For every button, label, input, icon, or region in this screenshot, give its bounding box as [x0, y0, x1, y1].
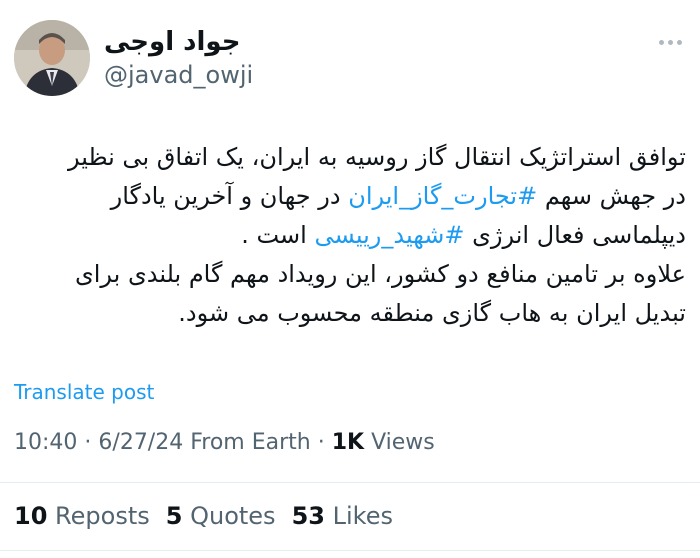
hashtag-link[interactable]: #تجارت_گاز_ایران — [348, 182, 537, 210]
tweet-source: From Earth — [190, 430, 311, 455]
separator-dot: · — [317, 430, 332, 455]
engagement-stats: 10 Reposts 5 Quotes 53 Likes — [14, 502, 393, 530]
more-dot — [667, 39, 673, 45]
tweet-meta: 10:40 · 6/27/24 From Earth · 1K Views — [14, 430, 435, 455]
avatar[interactable] — [14, 20, 90, 96]
reposts-count: 10 — [14, 502, 48, 530]
tweet-text-segment: است . — [241, 221, 315, 249]
tweet-time[interactable]: 10:40 — [14, 430, 77, 455]
hashtag-link[interactable]: #شهید_رییسی — [314, 221, 464, 249]
user-handle[interactable]: @javad_owji — [104, 58, 253, 92]
tweet-text-segment: در جهش سهم — [537, 182, 686, 210]
likes-count: 53 — [291, 502, 325, 530]
author-info: جواد اوجی @javad_owji — [104, 26, 253, 92]
quotes-stat[interactable]: 5 Quotes — [166, 502, 276, 530]
display-name[interactable]: جواد اوجی — [104, 26, 253, 58]
divider — [0, 482, 700, 483]
tweet-line: دیپلماسی فعال انرژی #شهید_رییسی است . — [14, 216, 686, 255]
views-label: Views — [371, 430, 435, 455]
tweet-text: توافق استراتژیک انتقال گاز روسیه به ایرا… — [14, 138, 686, 333]
translate-post-link[interactable]: Translate post — [14, 380, 154, 404]
tweet-text-segment: دیپلماسی فعال انرژی — [464, 221, 686, 249]
tweet-line: تبدیل ایران به هاب گازی منطقه محسوب می ش… — [178, 299, 686, 327]
reposts-label: Reposts — [55, 502, 150, 530]
more-horizontal-icon — [658, 39, 664, 45]
quotes-label: Quotes — [190, 502, 276, 530]
views-count: 1K — [331, 430, 365, 455]
tweet-header: جواد اوجی @javad_owji — [14, 20, 686, 100]
divider — [0, 550, 700, 551]
tweet-line: علاوه بر تامین منافع دو کشور، این رویداد… — [74, 260, 686, 288]
tweet-line: در جهش سهم #تجارت_گاز_ایران در جهان و آخ… — [14, 177, 686, 216]
more-options-button[interactable] — [654, 32, 686, 52]
tweet-text-segment: در جهان و آخرین یادگار — [110, 182, 349, 210]
reposts-stat[interactable]: 10 Reposts — [14, 502, 150, 530]
likes-stat[interactable]: 53 Likes — [292, 502, 393, 530]
quotes-count: 5 — [165, 502, 183, 530]
tweet-line: توافق استراتژیک انتقال گاز روسیه به ایرا… — [67, 143, 686, 171]
likes-label: Likes — [332, 502, 393, 530]
avatar-image — [14, 20, 90, 96]
tweet-date[interactable]: 6/27/24 — [98, 430, 183, 455]
separator-dot: · — [84, 430, 99, 455]
more-dot — [676, 39, 682, 45]
